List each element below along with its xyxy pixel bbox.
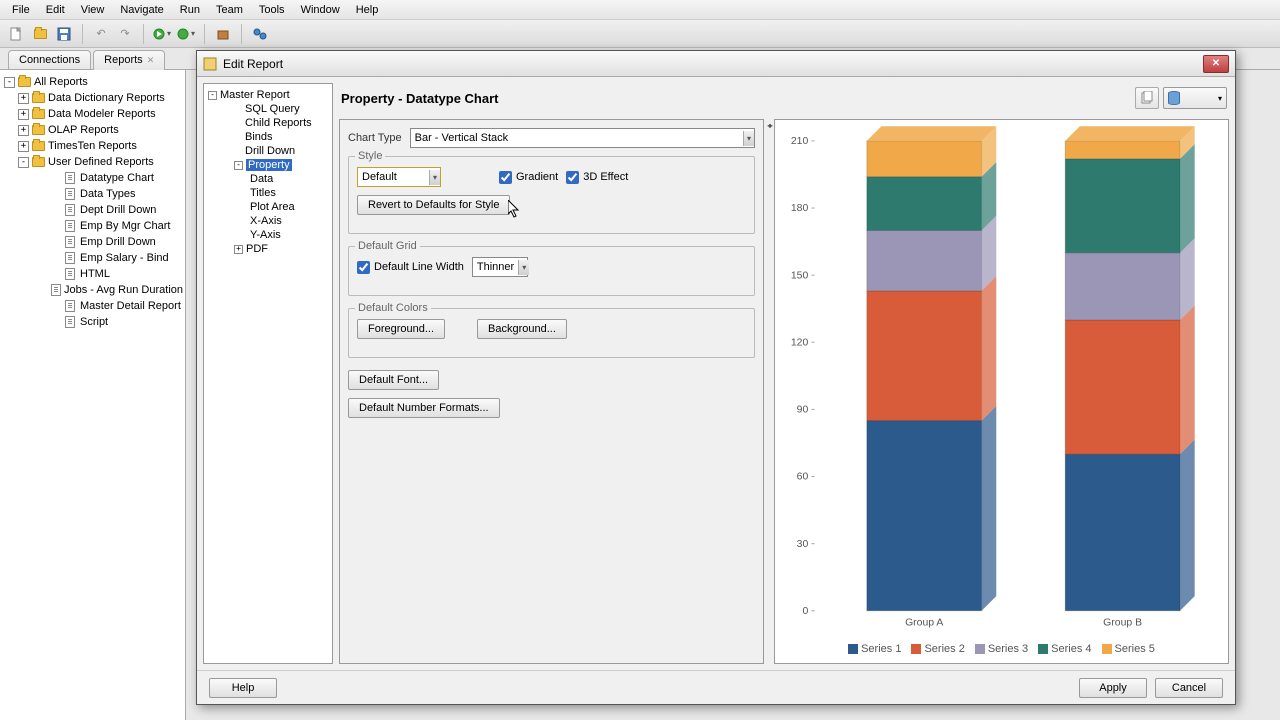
dialog-tree-item[interactable]: -Property — [204, 158, 332, 172]
menubar: File Edit View Navigate Run Team Tools W… — [0, 0, 1280, 20]
tree-item[interactable]: +Data Modeler Reports — [0, 106, 185, 122]
tree-item[interactable]: -User Defined Reports — [0, 154, 185, 170]
legend-item: Series 1 — [848, 643, 901, 655]
dialog-tree-item[interactable]: Y-Axis — [204, 228, 332, 242]
grid-legend: Default Grid — [355, 240, 420, 252]
background-button[interactable]: Background... — [477, 319, 567, 339]
style-select[interactable]: Default — [357, 167, 441, 187]
connection-select[interactable]: ▾ — [1163, 87, 1227, 109]
dialog-tree-item[interactable]: Drill Down — [204, 144, 332, 158]
tree-item[interactable]: Script — [0, 314, 185, 330]
tree-item[interactable]: Dept Drill Down — [0, 202, 185, 218]
svg-text:150: 150 — [791, 270, 809, 281]
edit-report-dialog: Edit Report ✕ -Master ReportSQL QueryChi… — [196, 50, 1236, 705]
apply-button[interactable]: Apply — [1079, 678, 1147, 698]
dialog-tree-item[interactable]: Binds — [204, 130, 332, 144]
tab-reports[interactable]: Reports✕ — [93, 50, 165, 69]
new-icon[interactable] — [6, 24, 26, 44]
undo-icon[interactable]: ↶ — [91, 24, 111, 44]
main-toolbar: ↶ ↷ — [0, 20, 1280, 48]
save-icon[interactable] — [54, 24, 74, 44]
close-icon[interactable]: ✕ — [147, 55, 155, 65]
tree-item[interactable]: Data Types — [0, 186, 185, 202]
tree-item[interactable]: +OLAP Reports — [0, 122, 185, 138]
chart-type-label: Chart Type — [348, 132, 402, 144]
debug-icon[interactable] — [176, 24, 196, 44]
tree-item[interactable]: +TimesTen Reports — [0, 138, 185, 154]
menu-help[interactable]: Help — [348, 2, 387, 18]
legend-item: Series 5 — [1102, 643, 1155, 655]
dialog-titlebar[interactable]: Edit Report ✕ — [197, 51, 1235, 77]
dialog-tree-item[interactable]: X-Axis — [204, 214, 332, 228]
svg-text:120: 120 — [791, 337, 809, 348]
line-width-checkbox[interactable]: Default Line Width — [357, 261, 464, 274]
svg-text:60: 60 — [797, 472, 809, 483]
legend-item: Series 2 — [911, 643, 964, 655]
default-font-button[interactable]: Default Font... — [348, 370, 439, 390]
redo-icon[interactable]: ↷ — [115, 24, 135, 44]
cancel-button[interactable]: Cancel — [1155, 678, 1223, 698]
dialog-tree-item[interactable]: Child Reports — [204, 116, 332, 130]
menu-run[interactable]: Run — [172, 2, 208, 18]
tree-item[interactable]: Emp Drill Down — [0, 234, 185, 250]
menu-edit[interactable]: Edit — [38, 2, 73, 18]
svg-text:30: 30 — [797, 539, 809, 550]
tree-item[interactable]: Master Detail Report — [0, 298, 185, 314]
tree-item[interactable]: +Data Dictionary Reports — [0, 90, 185, 106]
help-button[interactable]: Help — [209, 678, 277, 698]
legend-item: Series 4 — [1038, 643, 1091, 655]
app-icon — [203, 57, 217, 71]
menu-window[interactable]: Window — [293, 2, 348, 18]
menu-navigate[interactable]: Navigate — [112, 2, 171, 18]
splitter[interactable] — [766, 119, 772, 664]
dialog-close-button[interactable]: ✕ — [1203, 55, 1229, 73]
database-icon — [1168, 91, 1180, 105]
number-formats-button[interactable]: Default Number Formats... — [348, 398, 500, 418]
copy-sql-button[interactable] — [1135, 87, 1159, 109]
menu-tools[interactable]: Tools — [251, 2, 293, 18]
tree-item[interactable]: Datatype Chart — [0, 170, 185, 186]
page-title: Property - Datatype Chart — [341, 91, 1131, 106]
dialog-tree-item[interactable]: Plot Area — [204, 200, 332, 214]
dialog-title: Edit Report — [223, 57, 1203, 71]
commit-icon[interactable] — [213, 24, 233, 44]
dialog-tree-item[interactable]: -Master Report — [204, 88, 332, 102]
svg-text:Group B: Group B — [1103, 617, 1142, 628]
3d-effect-checkbox[interactable]: 3D Effect — [566, 171, 628, 184]
menu-file[interactable]: File — [4, 2, 38, 18]
tree-item[interactable]: Emp Salary - Bind — [0, 250, 185, 266]
line-width-select[interactable]: Thinner — [472, 257, 528, 277]
tree-item[interactable]: -All Reports — [0, 74, 185, 90]
run-icon[interactable] — [152, 24, 172, 44]
svg-text:180: 180 — [791, 203, 809, 214]
svg-text:0: 0 — [803, 606, 809, 617]
dialog-tree-item[interactable]: Titles — [204, 186, 332, 200]
menu-team[interactable]: Team — [208, 2, 251, 18]
tree-item[interactable]: HTML — [0, 266, 185, 282]
chart-preview: 0 30 60 90 120 150 180 210 Group A Group B Series… — [774, 119, 1229, 664]
servers-icon[interactable] — [250, 24, 270, 44]
dialog-tree-item[interactable]: +PDF — [204, 242, 332, 256]
style-legend: Style — [355, 150, 385, 162]
menu-view[interactable]: View — [73, 2, 113, 18]
foreground-button[interactable]: Foreground... — [357, 319, 445, 339]
reports-tree: -All Reports+Data Dictionary Reports+Dat… — [0, 70, 186, 720]
revert-defaults-button[interactable]: Revert to Defaults for Style — [357, 195, 510, 215]
dialog-nav-tree: -Master ReportSQL QueryChild ReportsBind… — [203, 83, 333, 664]
dialog-footer: Help Apply Cancel — [197, 670, 1235, 704]
svg-text:Group A: Group A — [905, 617, 943, 628]
svg-text:210: 210 — [791, 136, 809, 147]
colors-legend: Default Colors — [355, 302, 431, 314]
open-icon[interactable] — [30, 24, 50, 44]
dialog-tree-item[interactable]: Data — [204, 172, 332, 186]
properties-panel: Chart Type Bar - Vertical Stack Style De… — [339, 119, 764, 664]
dialog-tree-item[interactable]: SQL Query — [204, 102, 332, 116]
chart-type-select[interactable]: Bar - Vertical Stack — [410, 128, 755, 148]
legend-item: Series 3 — [975, 643, 1028, 655]
svg-text:90: 90 — [797, 405, 809, 416]
gradient-checkbox[interactable]: Gradient — [499, 171, 558, 184]
tree-item[interactable]: Emp By Mgr Chart — [0, 218, 185, 234]
tree-item[interactable]: Jobs - Avg Run Duration — [0, 282, 185, 298]
tab-connections[interactable]: Connections — [8, 50, 91, 69]
